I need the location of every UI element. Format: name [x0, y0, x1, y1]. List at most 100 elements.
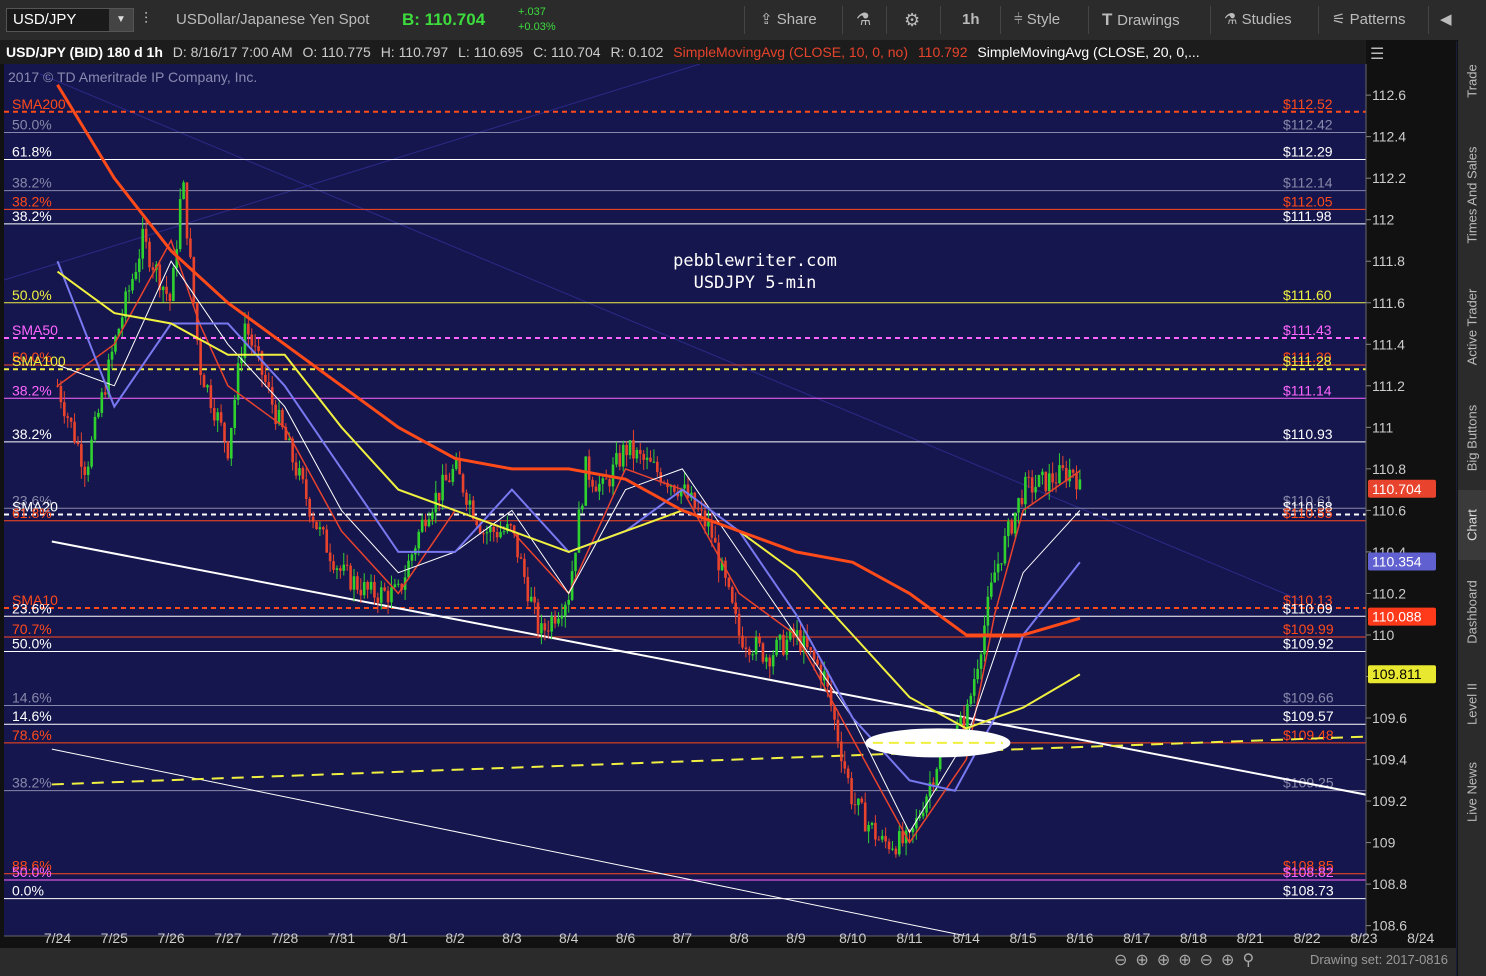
candle-body	[840, 741, 843, 762]
candle-body	[1007, 521, 1010, 537]
candle-body	[451, 468, 455, 482]
candle-body	[816, 659, 819, 665]
y-tick-label: 112	[1372, 212, 1395, 228]
candle-body	[298, 468, 301, 476]
watermark: 2017 © TD Ameritrade IP Company, Inc.	[8, 69, 257, 85]
symbol-settings-icon[interactable]: ⫶	[144, 0, 148, 40]
candle-body	[1044, 471, 1048, 492]
candle-body	[546, 630, 550, 632]
candle-body	[993, 572, 996, 583]
tab-trade[interactable]: Trade	[1458, 40, 1486, 122]
candle-body	[165, 286, 168, 294]
y-tick-label: 111.4	[1372, 336, 1405, 352]
zoom-in-icon[interactable]: ⊕	[1135, 952, 1156, 969]
y-tick-label: 110	[1372, 627, 1395, 643]
candle-body	[638, 449, 642, 454]
candle-body	[652, 461, 656, 463]
pan-icon[interactable]: ⊖	[1200, 952, 1221, 969]
x-tick-label: 7/31	[328, 930, 355, 946]
tab-level-ii[interactable]: Level II	[1458, 664, 1486, 744]
tab-active-trader[interactable]: Active Trader	[1458, 268, 1486, 386]
drawing-set-label: Drawing set: 2017-0816	[1309, 952, 1448, 967]
candle-body	[765, 657, 768, 662]
symbol-selector[interactable]: USD/JPY ▼	[6, 8, 134, 32]
candle-body	[870, 822, 874, 826]
tab-times-and-sales[interactable]: Times And Sales	[1458, 122, 1486, 268]
candle-body	[458, 460, 461, 475]
candle-body	[1034, 486, 1037, 493]
reset-zoom-icon[interactable]: ⊕	[1221, 952, 1242, 969]
candle-body	[328, 552, 332, 562]
level-right-label: $108.73	[1283, 883, 1334, 899]
patterns-button[interactable]: ⚟ Patterns	[1332, 0, 1406, 40]
x-tick-label: 8/3	[502, 930, 522, 946]
flask-icon[interactable]: ⚗	[856, 0, 871, 40]
candle-body	[127, 290, 131, 292]
style-button[interactable]: ⫩ Style	[1014, 0, 1060, 40]
candle-body	[628, 440, 632, 456]
candle-body	[812, 650, 816, 660]
drawings-button[interactable]: T Drawings	[1102, 0, 1180, 40]
candle-body	[267, 381, 271, 388]
tab-dashboard[interactable]: Dashboard	[1458, 560, 1486, 664]
tab-big-buttons[interactable]: Big Buttons	[1458, 386, 1486, 490]
candle-body	[390, 587, 393, 603]
y-tick-label: 109	[1372, 835, 1396, 851]
tab-live-news[interactable]: Live News	[1458, 744, 1486, 840]
candle-body	[880, 835, 884, 840]
studies-button[interactable]: ⚗ Studies	[1224, 0, 1292, 40]
candle-body	[294, 462, 298, 476]
candle-body	[1058, 465, 1061, 484]
candle-body	[598, 483, 601, 492]
share-icon: ⇪	[760, 11, 777, 28]
share-button[interactable]: ⇪ Share	[760, 0, 817, 40]
menu-icon[interactable]: ☰	[1370, 44, 1396, 64]
candle-body	[962, 716, 966, 732]
gear-icon[interactable]: ⚙	[904, 0, 920, 40]
level-left-label: 38.2%	[12, 382, 52, 398]
zoom-out-icon[interactable]: ⊖	[1114, 952, 1135, 969]
candle-body	[499, 532, 502, 538]
candle-body	[233, 399, 237, 429]
change-pct: +0.03%	[518, 21, 556, 33]
level-left-label: SMA50	[12, 322, 58, 338]
tab-chart[interactable]: Chart	[1458, 490, 1486, 560]
price-chart[interactable]: 2017 © TD Ameritrade IP Company, Inc. SMA…	[0, 40, 1456, 948]
level-left-label: 61.8%	[12, 144, 52, 160]
candle-body	[771, 655, 775, 667]
candle-body	[325, 529, 329, 553]
chevron-left-icon[interactable]: ◀	[1440, 0, 1452, 40]
crosshair-icon[interactable]: ⊕	[1157, 952, 1178, 969]
x-tick-label: 8/8	[729, 930, 749, 946]
candle-body	[339, 568, 342, 571]
candle-body	[427, 519, 431, 527]
candle-body	[465, 492, 468, 505]
interval-button[interactable]: 1h	[962, 0, 980, 40]
candle-body	[441, 474, 444, 501]
x-tick-label: 8/17	[1123, 930, 1150, 946]
candle-body	[83, 466, 87, 475]
annotation-subtitle: USDJPY 5-min	[694, 273, 817, 293]
candle-body	[976, 668, 979, 680]
candle-body	[775, 639, 778, 656]
zoom-area-icon[interactable]: ⊕	[1178, 952, 1199, 969]
change-abs: +.037	[518, 6, 546, 18]
y-tick-label: 109.6	[1372, 710, 1407, 726]
y-tick-label: 111	[1372, 419, 1393, 435]
candle-body	[587, 456, 591, 480]
study-info-bar: USD/JPY (BID) 180 d 1h D: 8/16/17 7:00 A…	[0, 40, 1366, 64]
candle-body	[80, 444, 83, 467]
level-left-label: 38.2%	[12, 175, 52, 191]
candle-body	[843, 761, 847, 769]
candle-body	[230, 428, 233, 459]
candle-body	[253, 345, 257, 347]
plot-area	[4, 64, 1366, 936]
price-tag-label: 110.354	[1372, 553, 1422, 569]
chevron-down-icon[interactable]: ▼	[109, 9, 133, 31]
candle-body	[66, 416, 70, 418]
candle-body	[318, 527, 322, 530]
level-left-label: 50.0%	[12, 117, 52, 133]
candle-body	[540, 623, 543, 634]
pin-icon[interactable]: ⚲	[1242, 952, 1262, 969]
candle-body	[618, 453, 622, 467]
